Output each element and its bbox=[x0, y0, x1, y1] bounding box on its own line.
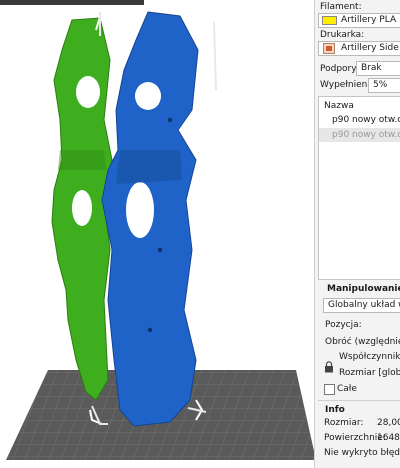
infill-select[interactable]: 5% bbox=[368, 78, 400, 93]
supports-select[interactable]: Brak bbox=[356, 61, 400, 76]
coordinate-system-select[interactable]: Globalny układ wsp bbox=[323, 298, 400, 313]
lock-icon[interactable] bbox=[324, 361, 334, 373]
object-row-2[interactable]: p90 nowy otw.obj bbox=[319, 128, 400, 142]
size-global-label: Rozmiar [globaln bbox=[339, 368, 400, 378]
errors-status: Nie wykryto błędów bbox=[324, 448, 400, 458]
scene-canvas bbox=[6, 7, 314, 460]
object-list[interactable]: Nazwa p90 nowy otw.obj p90 nowy otw.obj bbox=[318, 96, 400, 280]
position-label: Pozycja: bbox=[325, 320, 362, 330]
supports-label: Podpory: bbox=[320, 64, 359, 74]
filament-select[interactable]: Artillery PLA bbox=[318, 13, 400, 28]
rotation-label: Obróć (względnie): bbox=[325, 337, 400, 347]
object-row-1[interactable]: p90 nowy otw.obj bbox=[319, 113, 400, 127]
manipulation-title: Manipulowanie mo bbox=[327, 284, 400, 294]
filament-color-swatch bbox=[322, 16, 337, 25]
printer-select-value: Artillery Side bbox=[341, 43, 399, 53]
3d-viewport[interactable] bbox=[0, 0, 314, 468]
blue-model[interactable] bbox=[101, 11, 199, 427]
filament-label: Filament: bbox=[320, 2, 362, 12]
printer-label: Drukarka: bbox=[320, 30, 365, 40]
whole-checkbox[interactable] bbox=[324, 384, 335, 395]
area-value: 16487 bbox=[377, 433, 400, 443]
info-title: Info bbox=[325, 405, 345, 415]
printer-select[interactable]: Artillery Side bbox=[318, 41, 400, 56]
scale-factor-label: Współczynnik ska bbox=[339, 352, 400, 362]
size-info-value: 28,00 bbox=[377, 418, 400, 428]
divider bbox=[318, 400, 400, 401]
printer-icon bbox=[323, 43, 335, 54]
green-model[interactable] bbox=[51, 17, 113, 401]
size-info-label: Rozmiar: bbox=[324, 418, 364, 428]
object-list-header[interactable]: Nazwa bbox=[319, 99, 400, 113]
filament-select-value: Artillery PLA bbox=[341, 15, 397, 25]
settings-panel: Filament: Artillery PLA Drukarka: Artill… bbox=[314, 0, 400, 468]
whole-label: Całe bbox=[337, 384, 357, 394]
